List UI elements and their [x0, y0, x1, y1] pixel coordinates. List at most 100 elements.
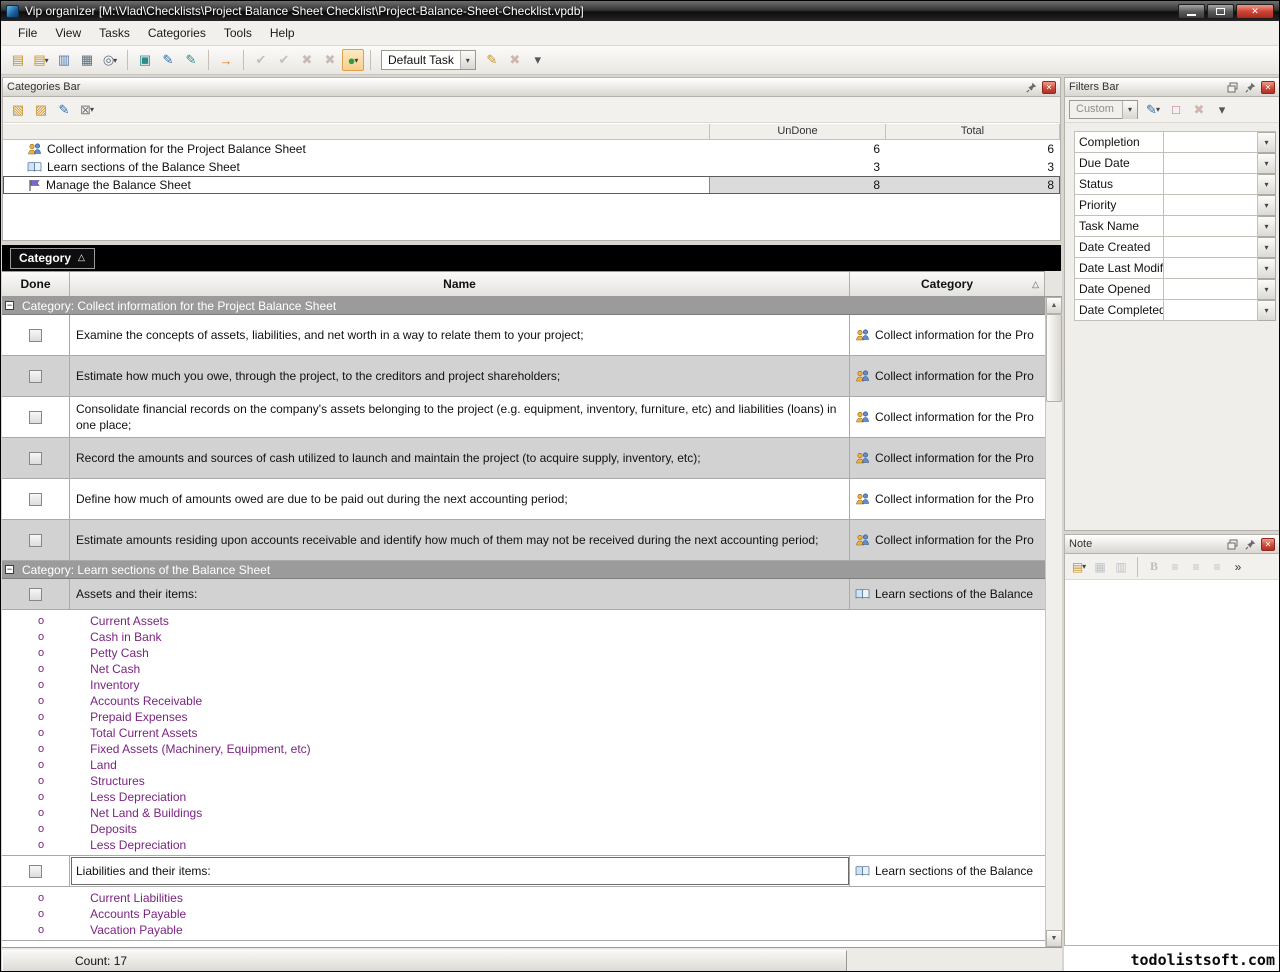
total-column-header[interactable]: Total — [886, 124, 1060, 139]
filter-dropdown-button[interactable]: ▾ — [1258, 279, 1276, 300]
menu-item-help[interactable]: Help — [261, 22, 304, 44]
filter-preset-combo[interactable]: Custom ▾ — [1069, 100, 1138, 119]
show-active-tasks-icon[interactable]: ●▾ — [342, 49, 364, 71]
filters-options-icon[interactable]: ▾ — [1211, 99, 1233, 121]
category-name-column-header[interactable] — [3, 124, 710, 139]
task-checkbox[interactable] — [29, 411, 42, 424]
restore-panel-icon[interactable] — [1224, 80, 1240, 95]
task-name-cell[interactable]: Estimate amounts residing upon accounts … — [70, 520, 850, 560]
name-column-header[interactable]: Name — [70, 272, 850, 296]
close-panel-icon[interactable]: ✕ — [1042, 81, 1056, 94]
filter-row: Completion▾ — [1074, 132, 1276, 153]
task-name-cell[interactable]: Assets and their items: — [70, 579, 850, 609]
category-column-header[interactable]: Category △ — [850, 272, 1045, 296]
filter-dropdown-button[interactable]: ▾ — [1258, 174, 1276, 195]
task-checkbox[interactable] — [29, 493, 42, 506]
filter-value-field[interactable] — [1164, 258, 1258, 279]
window-controls: ✕ — [1178, 4, 1274, 19]
scroll-up-icon[interactable]: ▲ — [1046, 297, 1062, 314]
filter-value-field[interactable] — [1164, 174, 1258, 195]
insert-field-icon[interactable]: ▤▾ — [1069, 557, 1089, 577]
delete-category-icon[interactable]: ⊠▾ — [76, 99, 98, 121]
task-name-cell[interactable]: Liabilities and their items: — [70, 856, 850, 886]
task-checkbox[interactable] — [29, 588, 42, 601]
filter-value-field[interactable] — [1164, 279, 1258, 300]
menu-item-tools[interactable]: Tools — [215, 22, 261, 44]
edit-task-icon[interactable]: ✎ — [157, 49, 179, 71]
menu-item-file[interactable]: File — [9, 22, 46, 44]
save-icon[interactable]: ▥ — [53, 49, 75, 71]
category-row[interactable]: Learn sections of the Balance Sheet33 — [3, 158, 1060, 176]
filter-dropdown-button[interactable]: ▾ — [1258, 216, 1276, 237]
task-type-combo[interactable]: Default Task ▾ — [381, 50, 476, 70]
menu-item-categories[interactable]: Categories — [139, 22, 215, 44]
menu-item-view[interactable]: View — [46, 22, 90, 44]
filter-value-field[interactable] — [1164, 132, 1258, 153]
pin-icon[interactable] — [1023, 80, 1039, 95]
task-name-cell[interactable]: Define how much of amounts owed are due … — [70, 479, 850, 519]
go-to-task-icon[interactable]: → — [215, 49, 237, 71]
task-name-cell[interactable]: Examine the concepts of assets, liabilit… — [70, 315, 850, 355]
collapse-icon[interactable]: − — [5, 565, 14, 574]
task-name-cell[interactable]: Estimate how much you owe, through the p… — [70, 356, 850, 396]
menu-item-tasks[interactable]: Tasks — [90, 22, 139, 44]
filter-value-field[interactable] — [1164, 300, 1258, 321]
group-header-row[interactable]: −Category: Learn sections of the Balance… — [2, 561, 1045, 579]
task-checkbox[interactable] — [29, 865, 42, 878]
new-subcategory-icon[interactable]: ▨ — [30, 99, 52, 121]
group-by-category-chip[interactable]: Category △ — [10, 248, 95, 269]
clear-filter-icon[interactable]: □ — [1165, 99, 1187, 121]
filter-dropdown-button[interactable]: ▾ — [1258, 258, 1276, 279]
categories-bar-title: Categories Bar — [7, 81, 80, 93]
edit-task-type-icon[interactable]: ✎ — [481, 49, 503, 71]
filter-value-field[interactable] — [1164, 195, 1258, 216]
task-checkbox[interactable] — [29, 329, 42, 342]
vertical-scrollbar[interactable]: ▲ ▼ — [1045, 297, 1062, 947]
done-column-header[interactable]: Done — [2, 272, 70, 296]
task-name-cell[interactable]: Record the amounts and sources of cash u… — [70, 438, 850, 478]
restore-panel-icon[interactable] — [1224, 537, 1240, 552]
more-buttons-icon[interactable]: » — [1228, 557, 1248, 577]
print-icon[interactable]: ▦ — [76, 49, 98, 71]
filter-dropdown-button[interactable]: ▾ — [1258, 237, 1276, 258]
edit-notes-icon[interactable]: ✎ — [180, 49, 202, 71]
toolbar-options-icon[interactable]: ▾ — [527, 49, 549, 71]
note-editor[interactable] — [1065, 581, 1279, 945]
category-row[interactable]: Collect information for the Project Bala… — [3, 140, 1060, 158]
bullet-text: Current Liabilities — [90, 891, 183, 905]
task-checkbox[interactable] — [29, 370, 42, 383]
pin-icon[interactable] — [1242, 80, 1258, 95]
scroll-down-icon[interactable]: ▼ — [1046, 930, 1062, 947]
close-button[interactable]: ✕ — [1236, 4, 1274, 19]
task-type-dropdown-icon[interactable]: ▾ — [460, 51, 475, 69]
minimize-button[interactable] — [1178, 4, 1205, 19]
pin-icon[interactable] — [1242, 537, 1258, 552]
filter-dropdown-button[interactable]: ▾ — [1258, 195, 1276, 216]
scrollbar-thumb[interactable] — [1046, 314, 1062, 402]
filter-value-field[interactable] — [1164, 216, 1258, 237]
filter-dropdown-button[interactable]: ▾ — [1258, 300, 1276, 321]
undone-column-header[interactable]: UnDone — [710, 124, 886, 139]
new-task-icon[interactable]: ▤ — [7, 49, 29, 71]
filter-value-field[interactable] — [1164, 153, 1258, 174]
collapse-icon[interactable]: − — [5, 301, 14, 310]
task-checkbox[interactable] — [29, 452, 42, 465]
close-panel-icon[interactable]: ✕ — [1261, 538, 1275, 551]
close-panel-icon[interactable]: ✕ — [1261, 81, 1275, 94]
filter-preset-dropdown-icon[interactable]: ▾ — [1122, 101, 1137, 119]
filter-value-field[interactable] — [1164, 237, 1258, 258]
new-category-icon[interactable]: ▧ — [7, 99, 29, 121]
print-preview-icon[interactable]: ◎▾ — [99, 49, 121, 71]
category-row[interactable]: Manage the Balance Sheet88 — [3, 176, 1060, 194]
filter-dropdown-button[interactable]: ▾ — [1258, 132, 1276, 153]
bullet-list-icon: ≡ — [1207, 557, 1227, 577]
task-name-cell[interactable]: Consolidate financial records on the com… — [70, 397, 850, 437]
edit-filter-icon[interactable]: ✎▾ — [1142, 99, 1164, 121]
group-header-row[interactable]: −Category: Collect information for the P… — [2, 297, 1045, 315]
new-item-icon[interactable]: ▤▾ — [30, 49, 52, 71]
filter-dropdown-button[interactable]: ▾ — [1258, 153, 1276, 174]
task-checkbox[interactable] — [29, 534, 42, 547]
maximize-button[interactable] — [1207, 4, 1234, 19]
edit-category-icon[interactable]: ✎ — [53, 99, 75, 121]
copy-task-icon[interactable]: ▣ — [134, 49, 156, 71]
